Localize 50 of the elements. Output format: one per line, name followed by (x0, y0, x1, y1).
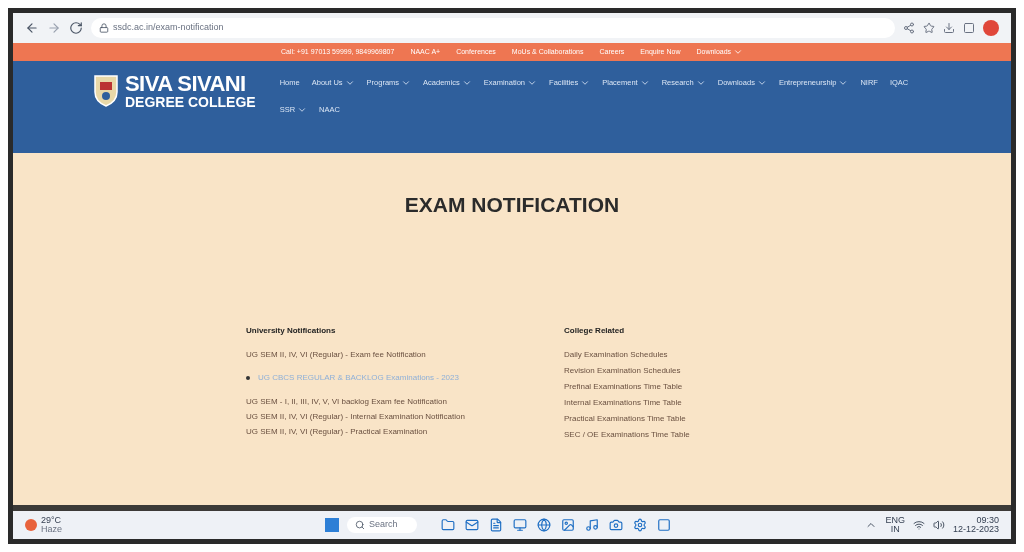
profile-avatar[interactable] (983, 20, 999, 36)
language-label[interactable]: ENG (885, 516, 905, 525)
region-label: IN (890, 525, 900, 534)
notification-item[interactable]: UG SEM II, IV, VI (Regular) - Exam fee Notification (246, 348, 498, 360)
notification-item[interactable]: UG SEM - I, II, III, IV, V, VI backlog Exam fee Notification (246, 395, 498, 407)
app-icon[interactable] (657, 518, 671, 532)
weather-text: Haze (41, 525, 62, 534)
college-crest-icon (93, 74, 119, 108)
logo-subtitle: DEGREE COLLEGE (125, 95, 256, 109)
download-icon[interactable] (943, 22, 955, 34)
notification-item[interactable]: UG SEM II, IV, VI (Regular) - Practical Examination (246, 425, 498, 437)
app-icon[interactable] (441, 518, 455, 532)
notification-item[interactable]: SEC / OE Examinations Time Table (564, 428, 744, 440)
app-icon[interactable] (465, 518, 479, 532)
app-icon[interactable] (537, 518, 551, 532)
forward-icon[interactable] (47, 21, 61, 35)
notification-item[interactable]: Practical Examinations Time Table (564, 412, 744, 424)
taskbar-search[interactable]: Search (347, 517, 417, 533)
column-heading: College Related (564, 324, 625, 337)
clock-time: 09:30 (976, 516, 999, 525)
lock-icon (99, 23, 109, 33)
weather-icon[interactable] (25, 519, 37, 531)
app-icon[interactable] (561, 518, 575, 532)
clock-date: 12-12-2023 (952, 525, 999, 534)
notification-item[interactable]: Prefinal Examinations Time Table (564, 380, 744, 392)
window-icon[interactable] (963, 22, 975, 34)
address-bar[interactable]: ssdc.ac.in/exam-notification (91, 18, 895, 38)
notification-item[interactable]: Internal Examinations Time Table (564, 396, 744, 408)
weather-temp: 29°C (41, 516, 62, 525)
notification-item[interactable]: UG SEM II, IV, VI (Regular) - Internal Examination Notification (246, 410, 498, 422)
app-icon[interactable] (633, 518, 647, 532)
star-icon[interactable] (923, 22, 935, 34)
app-icon[interactable] (513, 518, 527, 532)
notification-item[interactable]: Daily Examination Schedules (564, 348, 744, 360)
app-icon[interactable] (585, 518, 599, 532)
back-icon[interactable] (25, 21, 39, 35)
reload-icon[interactable] (69, 21, 83, 35)
url-text: ssdc.ac.in/exam-notification (113, 21, 224, 35)
bullet-icon (246, 375, 250, 380)
column-heading: University Notifications (246, 324, 337, 337)
wifi-icon[interactable] (912, 519, 925, 531)
page-title: EXAM NOTIFICATION (404, 192, 620, 218)
notification-item[interactable]: Revision Examination Schedules (564, 364, 744, 376)
logo-title: SIVA SIVANI (125, 73, 247, 95)
app-icon[interactable] (489, 518, 503, 532)
search-icon (355, 520, 365, 530)
app-icon[interactable] (609, 518, 623, 532)
volume-icon[interactable] (932, 519, 945, 531)
start-icon[interactable] (325, 518, 339, 532)
share-icon[interactable] (903, 22, 915, 34)
